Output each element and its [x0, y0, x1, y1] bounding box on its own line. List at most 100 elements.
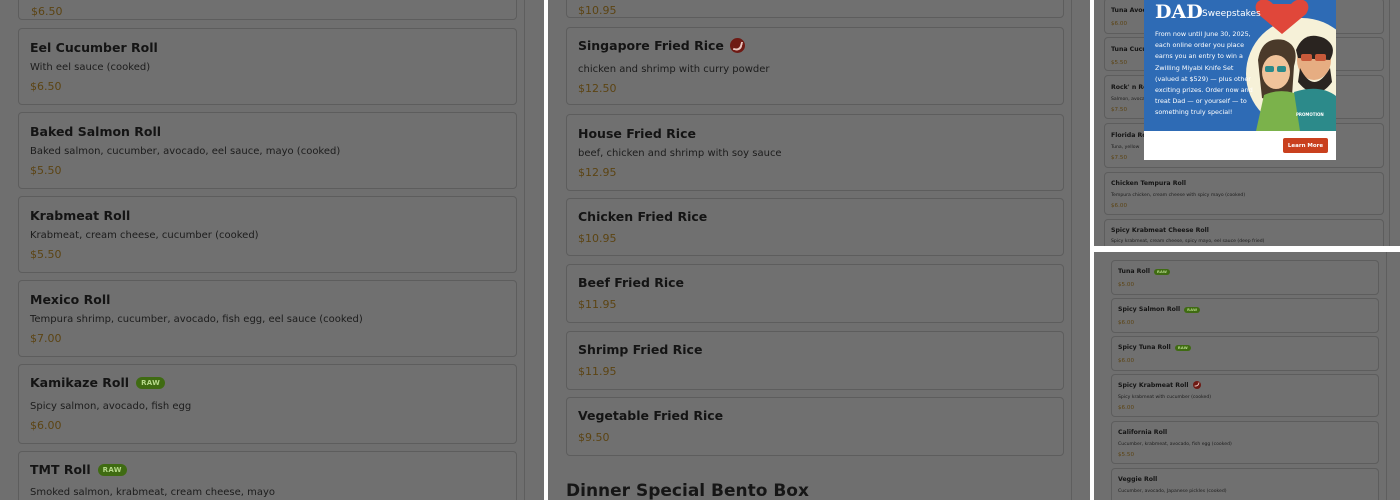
menu-item-card[interactable]: Vegetable Fried Rice $9.50: [566, 397, 1064, 456]
menu-item-card[interactable]: Chicken Fried Rice $10.95: [566, 198, 1064, 256]
item-price: $9.50: [578, 431, 610, 444]
item-name: Beef Fried Rice: [578, 275, 685, 290]
item-price: $6.50: [31, 5, 63, 18]
menu-item-card[interactable]: Spicy Krabmeat Roll Spicy krabmeat with …: [1111, 374, 1379, 417]
item-price: $7.50: [1111, 107, 1128, 113]
item-name-text: Kamikaze Roll: [30, 375, 130, 390]
item-price: $10.95: [578, 4, 617, 17]
art-stamp: PROMOTION: [1296, 112, 1324, 117]
item-price: $6.00: [1111, 21, 1128, 27]
item-name: Vegetable Fried Rice: [578, 408, 724, 423]
item-name-text: Spicy Krabmeat Roll: [1118, 381, 1189, 389]
spicy-icon: [729, 38, 745, 53]
item-price: $12.50: [578, 82, 617, 95]
item-description: Cucumber, avocado, Japanese pickles (coo…: [1118, 489, 1227, 494]
item-price: $5.50: [30, 164, 62, 177]
item-description: Smoked salmon, krabmeat, cream cheese, m…: [30, 487, 276, 498]
item-description: With eel sauce (cooked): [30, 62, 151, 73]
raw-badge: RAW: [1174, 344, 1192, 351]
menu-panel-rolls: Tuna Roll RAW $5.00 Spicy Salmon Roll RA…: [1094, 252, 1400, 500]
item-name: Tuna Roll RAW: [1118, 268, 1171, 275]
item-description: Tuna, yellow: [1111, 145, 1140, 150]
item-description: Tempura shrimp, cucumber, avocado, fish …: [30, 314, 363, 325]
menu-item-card[interactable]: Eel Cucumber Roll With eel sauce (cooked…: [18, 28, 517, 105]
menu-panel-sushi-rolls: $6.50 Eel Cucumber Roll With eel sauce (…: [0, 0, 544, 500]
item-description: Spicy krabmeat with cucumber (cooked): [1118, 395, 1212, 400]
popup-title: DAD: [1155, 1, 1203, 23]
item-name: Chicken Fried Rice: [578, 209, 708, 224]
menu-panel-fried-rice: $10.95 Singapore Fried Rice chicken and …: [548, 0, 1090, 500]
menu-item-card[interactable]: Veggie Roll Cucumber, avocado, Japanese …: [1111, 468, 1379, 500]
menu-item-card[interactable]: House Fried Rice beef, chicken and shrim…: [566, 114, 1064, 191]
popup-banner: PROMOTION DAD Sweepstakes From now until…: [1144, 0, 1336, 131]
item-price: $7.50: [1111, 155, 1128, 161]
menu-item-card[interactable]: Beef Fried Rice $11.95: [566, 264, 1064, 323]
item-price: $7.00: [30, 332, 62, 345]
item-name: Veggie Roll: [1118, 476, 1158, 483]
raw-badge: RAW: [1184, 306, 1201, 313]
column-divider: [1389, 0, 1390, 246]
menu-item-card[interactable]: $10.95: [566, 0, 1064, 18]
menu-item-card[interactable]: Singapore Fried Rice chicken and shrimp …: [566, 27, 1064, 105]
item-description: beef, chicken and shrimp with soy sauce: [578, 148, 782, 159]
promo-popup[interactable]: PROMOTION DAD Sweepstakes From now until…: [1144, 0, 1336, 160]
item-price: $11.95: [578, 298, 617, 311]
item-price: $5.00: [1118, 282, 1135, 288]
menu-item-card[interactable]: California Roll Cucumber, krabmeat, avoc…: [1111, 421, 1379, 464]
raw-badge: RAW: [1153, 268, 1171, 275]
popup-body-text: From now until June 30, 2025, each onlin…: [1155, 30, 1253, 117]
column-divider: [524, 0, 525, 500]
menu-item-card[interactable]: Spicy Salmon Roll RAW $6.00: [1111, 298, 1379, 333]
item-description: Baked salmon, cucumber, avocado, eel sau…: [30, 146, 341, 157]
item-price: $5.50: [1111, 60, 1128, 66]
raw-badge: RAW: [136, 376, 166, 389]
spicy-icon: [1192, 381, 1201, 389]
section-heading: Dinner Special Bento Box: [566, 481, 809, 500]
item-description: chicken and shrimp with curry powder: [578, 64, 770, 75]
menu-panel-rolls-with-popup: Tuna Avoca $6.00 Tuna Cucum $5.50 Rock' …: [1094, 0, 1400, 246]
item-price: $5.50: [1118, 452, 1135, 458]
item-description: Krabmeat, cream cheese, cucumber (cooked…: [30, 230, 259, 241]
item-name: Mexico Roll: [30, 292, 111, 307]
item-description: Tempura chicken, cream cheese with spicy…: [1111, 193, 1246, 198]
menu-item-card[interactable]: Krabmeat Roll Krabmeat, cream cheese, cu…: [18, 196, 517, 273]
item-description: Spicy salmon, avocado, fish egg: [30, 401, 192, 412]
item-name: California Roll: [1118, 429, 1168, 436]
item-price: $5.50: [30, 248, 62, 261]
menu-item-card[interactable]: Chicken Tempura Roll Tempura chicken, cr…: [1104, 172, 1384, 215]
item-name: Chicken Tempura Roll: [1111, 180, 1186, 187]
item-price: $12.95: [578, 166, 617, 179]
item-name: Krabmeat Roll: [30, 208, 131, 223]
item-price: $6.00: [30, 419, 62, 432]
menu-item-card[interactable]: Mexico Roll Tempura shrimp, cucumber, av…: [18, 280, 517, 357]
menu-item-card[interactable]: Shrimp Fried Rice $11.95: [566, 331, 1064, 390]
item-name: Eel Cucumber Roll: [30, 40, 158, 55]
item-name: Singapore Fried Rice: [578, 38, 745, 53]
item-price: $11.95: [578, 365, 617, 378]
item-name: Shrimp Fried Rice: [578, 342, 703, 357]
item-name: House Fried Rice: [578, 126, 696, 141]
item-description: Spicy krabmeat, cream cheese, spicy mayo…: [1111, 239, 1265, 244]
item-price: $6.00: [1118, 358, 1135, 364]
item-name: Spicy Tuna Roll RAW: [1118, 344, 1192, 351]
item-name-text: TMT Roll: [30, 462, 91, 477]
menu-item-card[interactable]: Spicy Krabmeat Cheese Roll Spicy krabmea…: [1104, 219, 1384, 246]
item-name-text: Singapore Fried Rice: [578, 38, 724, 53]
item-name: Kamikaze Roll RAW: [30, 375, 166, 390]
item-description: Salmon, avoca: [1111, 97, 1145, 102]
menu-item-card[interactable]: Spicy Tuna Roll RAW $6.00: [1111, 336, 1379, 371]
item-price: $6.50: [30, 80, 62, 93]
learn-more-button[interactable]: Learn More: [1283, 138, 1328, 153]
item-name-text: Tuna Roll: [1118, 268, 1150, 275]
item-name-text: Spicy Tuna Roll: [1118, 344, 1171, 351]
item-price: $10.95: [578, 232, 617, 245]
menu-item-card[interactable]: $6.50: [18, 0, 517, 20]
menu-item-card[interactable]: Kamikaze Roll RAW Spicy salmon, avocado,…: [18, 364, 517, 444]
item-description: Cucumber, krabmeat, avocado, fish egg (c…: [1118, 442, 1232, 447]
item-name-text: Spicy Salmon Roll: [1118, 306, 1181, 313]
menu-item-card[interactable]: Tuna Roll RAW $5.00: [1111, 260, 1379, 295]
item-price: $6.00: [1118, 320, 1135, 326]
menu-item-card[interactable]: Baked Salmon Roll Baked salmon, cucumber…: [18, 112, 517, 189]
menu-item-card[interactable]: TMT Roll RAW Smoked salmon, krabmeat, cr…: [18, 451, 517, 500]
raw-badge: RAW: [97, 463, 127, 476]
